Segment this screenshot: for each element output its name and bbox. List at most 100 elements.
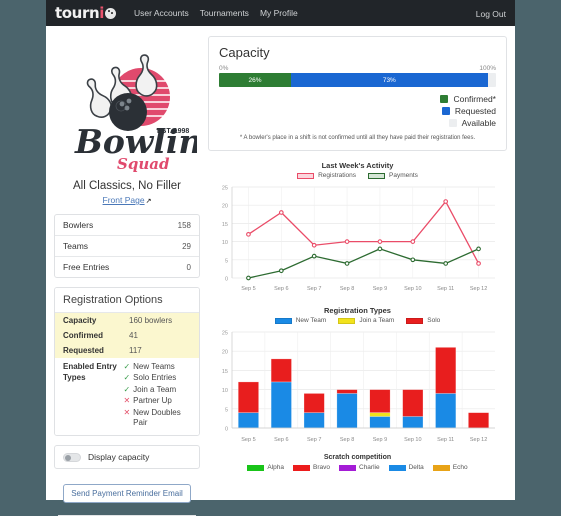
stat-row-free-entries: Free Entries 0 [55, 257, 199, 277]
stat-label-free-entries: Free Entries [63, 262, 110, 272]
entry-type-new-teams: ✓ New Teams [123, 362, 191, 372]
legend-swatch-join-a-team [338, 317, 356, 324]
svg-text:25: 25 [222, 186, 228, 192]
legend-item-delta[interactable]: Delta [388, 464, 424, 471]
entry-type-label: Join a Team [133, 384, 177, 394]
entry-type-label: New Teams [133, 362, 175, 371]
legend-item-registrations[interactable]: Registrations [297, 172, 356, 179]
display-capacity-toggle[interactable] [63, 452, 81, 462]
brand-accent-letter: i [99, 4, 104, 22]
entry-types-list: ✓ New Teams ✓ Solo Entries ✓ Join a Team [123, 362, 191, 428]
svg-text:25: 25 [222, 331, 228, 337]
external-link-icon: ↗ [145, 198, 152, 205]
registration-types-bar-svg: 0 5 10 15 20 25 Sep 5 Sep 6 Sep 7 Sep 8 Sep 9 Sep 1… [222, 331, 495, 443]
scratch-competition-legend: Alpha Bravo Charlie Delta Echo [208, 464, 507, 471]
legend-item-solo[interactable]: Solo [406, 317, 440, 324]
svg-text:15: 15 [222, 222, 228, 228]
registration-types-legend: New Team Join a Team Solo [208, 317, 507, 324]
capacity-panel: Capacity 0% 100% 26% 73% Confirmed* Requ… [208, 36, 507, 151]
legend-label-alpha: Alpha [267, 464, 285, 471]
registration-types-plot: 0 5 10 15 20 25 Sep 5 Sep 6 Sep 7 Sep 8 Sep 9 Sep 1… [208, 326, 507, 448]
legend-swatch-confirmed [440, 95, 449, 103]
capacity-scale: 0% 100% [219, 65, 496, 72]
legend-swatch-new-team [274, 317, 292, 324]
legend-swatch-payments [368, 172, 386, 179]
legend-item-bravo[interactable]: Bravo [293, 464, 330, 471]
capacity-segment-requested: 73% [291, 73, 488, 87]
front-page-label: Front Page [102, 195, 145, 205]
ro-value-capacity: 160 bowlers [129, 316, 173, 325]
legend-label-new-team: New Team [295, 317, 327, 324]
stat-label-teams: Teams [63, 241, 89, 251]
scratch-competition-chart: Scratch competition Alpha Bravo Charlie [208, 454, 507, 471]
legend-label-join-a-team: Join a Team [359, 317, 395, 324]
scratch-competition-title: Scratch competition [323, 454, 392, 461]
legend-swatch-requested [441, 107, 450, 115]
nav-item-tournaments[interactable]: Tournaments [200, 8, 249, 18]
brand-text: tourn [55, 3, 100, 22]
svg-text:Sep 11: Sep 11 [437, 286, 454, 292]
activity-chart-title: Last Week's Activity [321, 161, 394, 170]
svg-text:Squad: Squad [117, 155, 170, 173]
legend-label-confirmed: Confirmed* [453, 94, 496, 104]
legend-item-payments[interactable]: Payments [368, 172, 418, 179]
svg-text:10: 10 [222, 240, 228, 246]
cross-icon: ✕ [123, 407, 131, 417]
legend-item-alpha[interactable]: Alpha [247, 464, 284, 471]
svg-text:Sep 10: Sep 10 [404, 286, 421, 292]
display-capacity-row[interactable]: Display capacity [54, 445, 200, 470]
legend-label-bravo: Bravo [313, 464, 330, 471]
svg-text:5: 5 [225, 258, 228, 264]
legend-item-requested: Requested [441, 106, 496, 116]
svg-text:20: 20 [222, 350, 228, 356]
enabled-entry-types: Enabled Entry Types ✓ New Teams ✓ Solo E… [55, 358, 199, 436]
stat-value-teams: 29 [182, 241, 191, 251]
logout-link[interactable]: Log Out [476, 9, 506, 19]
legend-label-echo: Echo [452, 464, 468, 471]
registration-types-title: Registration Types [324, 306, 391, 315]
stat-value-bowlers: 158 [177, 220, 191, 230]
nav-item-user-accounts[interactable]: User Accounts [134, 8, 189, 18]
ro-row-capacity: Capacity 160 bowlers [55, 313, 199, 328]
legend-item-charlie[interactable]: Charlie [339, 464, 380, 471]
capacity-legend: Confirmed* Requested Available [219, 94, 496, 128]
entry-type-solo-entries: ✓ Solo Entries [123, 373, 191, 383]
tournio-logo[interactable]: tourn i [55, 4, 116, 22]
legend-swatch-charlie [339, 464, 356, 471]
entry-type-join-a-team: ✓ Join a Team [123, 385, 191, 395]
activity-chart: Last Week's Activity Registrations Payme… [208, 161, 507, 296]
entry-type-label: Solo Entries [133, 373, 177, 383]
entry-type-new-doubles-pair: ✕ New Doubles Pair [123, 408, 191, 429]
entry-type-partner-up: ✕ Partner Up [123, 396, 191, 406]
legend-item-echo[interactable]: Echo [432, 464, 468, 471]
legend-label-delta: Delta [408, 464, 424, 471]
check-icon: ✓ [123, 362, 131, 371]
capacity-footnote: * A bowler's place in a shift is not con… [239, 135, 476, 141]
check-icon: ✓ [123, 373, 131, 383]
ro-row-confirmed: Confirmed 41 [55, 328, 199, 343]
svg-text:0: 0 [225, 427, 228, 433]
tournament-logo: EST. 1998 Bowling Squad [54, 36, 200, 176]
ro-key-requested: Requested [63, 346, 104, 355]
activity-plot: 0 5 10 15 20 25 Sep 5 Sep 6 Sep 7 Sep 8 Sep 9 Sep 1… [208, 181, 507, 296]
svg-text:Sep 5: Sep 5 [241, 286, 255, 292]
legend-label-registrations: Registrations [318, 172, 357, 179]
legend-label-solo: Solo [427, 317, 441, 324]
legend-item-new-team[interactable]: New Team [274, 317, 327, 324]
ro-key-confirmed: Confirmed [63, 331, 103, 340]
capacity-title: Capacity [219, 45, 270, 60]
legend-swatch-available [448, 119, 457, 127]
logout-container: Log Out [476, 4, 506, 22]
nav-links: User Accounts Tournaments My Profile [134, 8, 298, 18]
entry-types-label: Enabled Entry Types [63, 362, 117, 382]
legend-swatch-registrations [297, 172, 315, 179]
ro-value-confirmed: 41 [129, 331, 138, 340]
front-page-link-wrap: Front Page↗ [54, 195, 200, 205]
svg-text:Sep 7: Sep 7 [307, 286, 321, 292]
legend-item-join-a-team[interactable]: Join a Team [338, 317, 394, 324]
send-payment-reminder-button[interactable]: Send Payment Reminder Email [63, 484, 191, 504]
nav-item-my-profile[interactable]: My Profile [260, 8, 298, 18]
svg-text:5: 5 [225, 407, 228, 413]
front-page-link[interactable]: Front Page [103, 195, 145, 205]
svg-text:Sep 7: Sep 7 [307, 437, 321, 443]
